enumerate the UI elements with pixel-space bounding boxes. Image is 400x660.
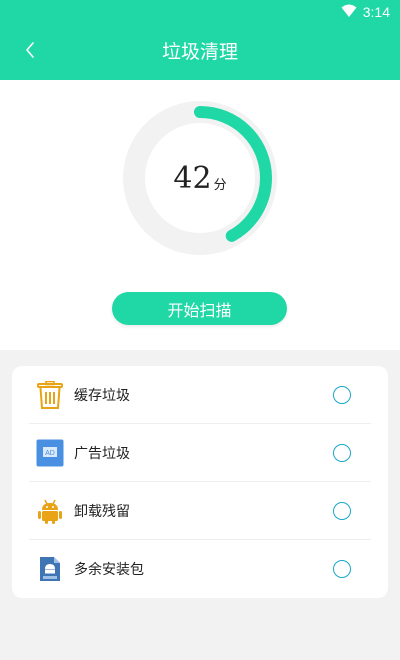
list-item-apk[interactable]: 多余安装包 — [29, 540, 371, 598]
junk-category-list: 缓存垃圾 AD 广告垃圾 卸载残留 多余安装包 — [12, 366, 388, 598]
list-item-label: 卸载残留 — [74, 503, 130, 520]
start-scan-button[interactable]: 开始扫描 — [112, 292, 287, 325]
status-indicators: 3:14 — [341, 3, 390, 21]
list-item-cache[interactable]: 缓存垃圾 — [29, 366, 371, 424]
score-panel: 42 分 开始扫描 — [0, 80, 400, 350]
app-bar: 垃圾清理 — [0, 24, 400, 80]
radio-button[interactable] — [333, 444, 351, 462]
apk-file-icon — [36, 555, 64, 583]
trash-bin-icon — [36, 380, 64, 409]
list-item-label: 多余安装包 — [74, 562, 144, 578]
list-item-uninstall-residue[interactable]: 卸载残留 — [29, 482, 371, 540]
radio-button[interactable] — [333, 386, 351, 404]
android-icon — [36, 497, 64, 525]
score-unit: 分 — [213, 177, 227, 193]
list-item-label: 缓存垃圾 — [74, 387, 130, 404]
page-title: 垃圾清理 — [161, 41, 238, 63]
ad-icon: AD — [36, 439, 64, 467]
status-bar: 3:14 — [0, 0, 400, 24]
score-gauge: 42 分 — [122, 100, 278, 256]
score-value: 42 — [173, 160, 212, 196]
wifi-icon — [341, 3, 357, 22]
svg-text:AD: AD — [45, 450, 55, 457]
radio-button[interactable] — [333, 560, 351, 578]
status-time: 3:14 — [362, 4, 390, 20]
score-readout: 42 分 — [122, 100, 278, 256]
list-item-label: 广告垃圾 — [74, 445, 130, 462]
list-item-ads[interactable]: AD 广告垃圾 — [29, 424, 371, 482]
radio-button[interactable] — [333, 502, 351, 520]
